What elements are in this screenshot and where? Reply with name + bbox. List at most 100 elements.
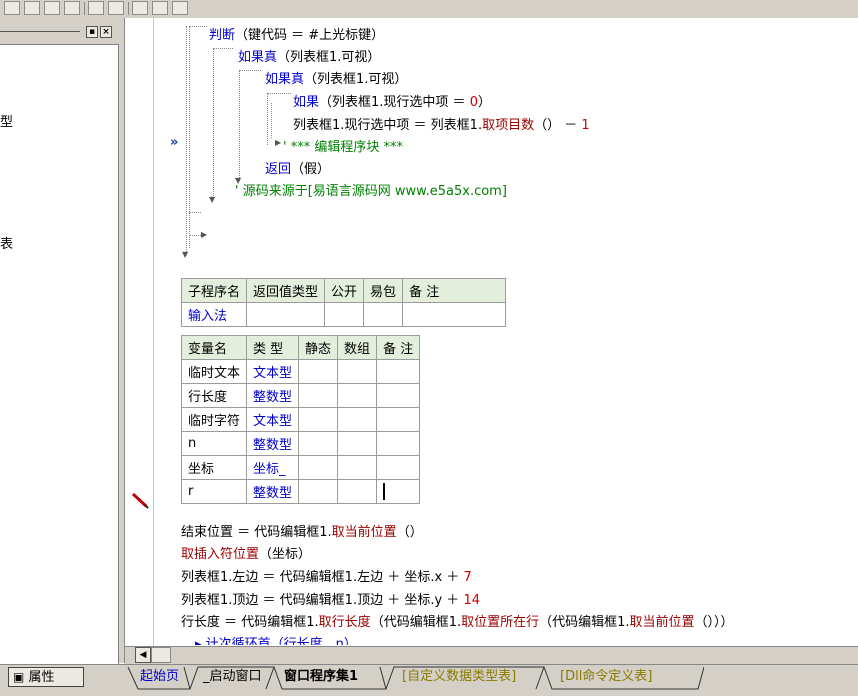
- table-cell[interactable]: [298, 359, 339, 384]
- code-line[interactable]: 判断（键代码 ＝ #上光标键）: [209, 24, 384, 43]
- table-cell[interactable]: [246, 302, 326, 327]
- keyword: 如果真: [238, 50, 278, 65]
- toolbar: [0, 0, 858, 19]
- code-line[interactable]: 返回（假）: [265, 158, 330, 177]
- horizontal-scrollbar[interactable]: ◀: [125, 646, 858, 665]
- tree-item-fragment[interactable]: 型: [0, 111, 13, 130]
- support-library-tree[interactable]: 型 表: [0, 44, 119, 666]
- variable-name[interactable]: 临时字符: [180, 407, 248, 432]
- flow-guide: [189, 212, 201, 213]
- keyword: 判断: [209, 28, 236, 43]
- table-cell[interactable]: [337, 479, 378, 504]
- comment-line[interactable]: ' *** 编辑程序块 ***: [283, 136, 403, 155]
- code-line[interactable]: 列表框1.顶边 ＝ 代码编辑框1.顶边 ＋ 坐标.y ＋ 14: [181, 589, 480, 608]
- code-line[interactable]: 列表框1.左边 ＝ 代码编辑框1.左边 ＋ 坐标.x ＋ 7: [181, 566, 472, 585]
- same-width-icon[interactable]: [88, 1, 104, 15]
- tab-startup-window[interactable]: _启动窗口: [203, 667, 262, 689]
- code-editor[interactable]: ▼ ▼ ▼ ▶ ▶ » 判断（键代码 ＝ #上光标键） 如果真（列表框1.可视）…: [125, 18, 858, 646]
- arrow-down-icon: ▼: [182, 250, 189, 259]
- properties-button[interactable]: ▣ 属性: [8, 667, 84, 687]
- table-cell[interactable]: [298, 407, 339, 432]
- align-top-icon[interactable]: [44, 1, 60, 15]
- variable-name[interactable]: n: [180, 431, 248, 456]
- space-vertical-icon[interactable]: [152, 1, 168, 15]
- tab-start-page[interactable]: 起始页: [140, 667, 179, 689]
- scroll-left-icon[interactable]: ◀: [135, 647, 151, 663]
- table-cell[interactable]: [298, 383, 339, 408]
- code-line[interactable]: 取插入符位置（坐标）: [181, 543, 311, 562]
- close-icon[interactable]: ×: [100, 26, 112, 38]
- code-text: ▸ 计次循环首（行长度，n）: [195, 637, 357, 645]
- subroutine-name[interactable]: 输入法: [180, 302, 248, 327]
- tab-window-assembly[interactable]: 窗口程序集1: [284, 667, 358, 689]
- table-cell[interactable]: [337, 455, 378, 480]
- keyword: 如果真: [265, 72, 305, 87]
- variable-name[interactable]: 行长度: [180, 383, 248, 408]
- code-text: （假）: [291, 162, 331, 177]
- code-line-partial[interactable]: ▸ 计次循环首（行长度，n）: [195, 633, 357, 645]
- editor-gutter: [125, 18, 154, 646]
- variable-type[interactable]: 文本型: [246, 359, 300, 384]
- table-header-row: 变量名 类 型 静态 数组 备 注: [180, 335, 421, 360]
- table-cell[interactable]: [363, 302, 404, 327]
- space-horizontal-icon[interactable]: [132, 1, 148, 15]
- table-cell[interactable]: [337, 431, 378, 456]
- table-row[interactable]: 临时字符 文本型: [180, 407, 421, 432]
- align-center-icon[interactable]: [24, 1, 40, 15]
- code-line[interactable]: 如果真（列表框1.可视）: [265, 68, 407, 87]
- column-header: 数组: [337, 335, 378, 360]
- code-text: （代码编辑框1.: [539, 615, 630, 630]
- table-cell-editing[interactable]: [376, 479, 421, 504]
- align-bottom-icon[interactable]: [64, 1, 80, 15]
- align-grid-icon[interactable]: [4, 1, 20, 15]
- variable-type[interactable]: 坐标_: [246, 455, 300, 480]
- code-text: （） －: [534, 118, 582, 133]
- variable-type[interactable]: 整数型: [246, 431, 300, 456]
- scroll-thumb[interactable]: [151, 647, 171, 663]
- table-cell[interactable]: [337, 407, 378, 432]
- flow-guide: [186, 26, 187, 252]
- table-cell[interactable]: [376, 431, 421, 456]
- center-in-form-icon[interactable]: [172, 1, 188, 15]
- comment-line[interactable]: ' 源码来源于[易语言源码网 www.e5a5x.com]: [235, 180, 507, 199]
- table-row[interactable]: n 整数型: [180, 431, 421, 456]
- variable-name[interactable]: 临时文本: [180, 359, 248, 384]
- toolbar-divider: [128, 2, 129, 15]
- variable-type[interactable]: 文本型: [246, 407, 300, 432]
- tree-item-fragment[interactable]: 表: [0, 233, 13, 252]
- code-line[interactable]: 结束位置 ＝ 代码编辑框1.取当前位置（）: [181, 521, 423, 540]
- code-line[interactable]: 如果真（列表框1.可视）: [238, 46, 380, 65]
- table-cell[interactable]: [337, 383, 378, 408]
- left-panel: ▪ × 型 表: [0, 18, 125, 666]
- code-text: ）: [477, 95, 491, 110]
- restore-icon[interactable]: ▪: [86, 26, 98, 38]
- same-height-icon[interactable]: [108, 1, 124, 15]
- flow-guide: [267, 93, 268, 145]
- variable-type[interactable]: 整数型: [246, 479, 300, 504]
- table-cell[interactable]: [298, 479, 339, 504]
- table-cell[interactable]: [376, 455, 421, 480]
- table-cell[interactable]: [376, 359, 421, 384]
- table-cell[interactable]: [337, 359, 378, 384]
- table-cell[interactable]: [376, 407, 421, 432]
- tab-custom-types[interactable]: [自定义数据类型表]: [402, 667, 516, 689]
- table-row[interactable]: r 整数型: [180, 479, 421, 504]
- code-line[interactable]: 列表框1.现行选中项 ＝ 列表框1.取项目数（） － 1: [293, 114, 590, 133]
- variable-name[interactable]: r: [180, 479, 248, 504]
- table-cell[interactable]: [376, 383, 421, 408]
- table-row[interactable]: 坐标 坐标_: [180, 455, 421, 480]
- variable-type[interactable]: 整数型: [246, 383, 300, 408]
- table-cell[interactable]: [298, 455, 339, 480]
- table-cell[interactable]: [324, 302, 365, 327]
- column-header: 变量名: [180, 335, 248, 360]
- table-row[interactable]: 输入法: [180, 302, 507, 327]
- table-row[interactable]: 临时文本 文本型: [180, 359, 421, 384]
- table-row[interactable]: 行长度 整数型: [180, 383, 421, 408]
- code-line[interactable]: 如果（列表框1.现行选中项 ＝ 0）: [293, 91, 491, 110]
- code-line[interactable]: 行长度 ＝ 代码编辑框1.取行长度（代码编辑框1.取位置所在行（代码编辑框1.取…: [181, 611, 734, 630]
- table-cell[interactable]: [298, 431, 339, 456]
- flow-guide: [267, 93, 291, 94]
- table-cell[interactable]: [402, 302, 507, 327]
- variable-name[interactable]: 坐标: [180, 455, 248, 480]
- tab-dll-commands[interactable]: [Dll命令定义表]: [560, 667, 652, 689]
